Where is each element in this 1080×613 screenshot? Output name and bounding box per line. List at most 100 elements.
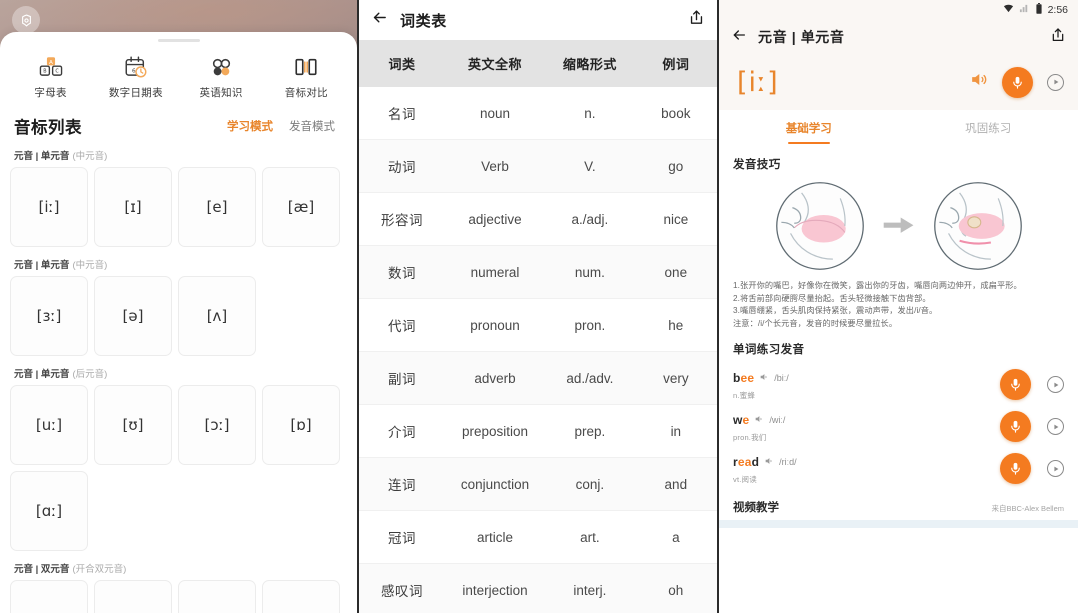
symbol-tile[interactable]: [262, 580, 340, 613]
symbol-tile[interactable]: [178, 580, 256, 613]
microphone-icon[interactable]: [1000, 369, 1031, 401]
nav-item-english-knowledge[interactable]: 英语知识: [179, 52, 264, 100]
word-practice-item: bee /biː/ n.蜜蜂: [719, 363, 1078, 405]
nav-item-phonetic-compare[interactable]: 音标对比: [264, 52, 349, 100]
group-label-main: 元音 | 单元音: [14, 369, 70, 380]
word-text: read: [733, 454, 760, 469]
microphone-icon[interactable]: [1002, 66, 1033, 98]
word-class-table: 词类 英文全称 缩略形式 例词 名词 noun n. book 动词 Verb …: [359, 40, 717, 613]
nav-item-numbers-dates[interactable]: 6 数字日期表: [93, 52, 178, 100]
group-label: 元音 | 单元音 (中元音): [10, 247, 347, 276]
symbol-tile[interactable]: [ɑː]: [10, 471, 88, 551]
compare-panels-icon: [293, 52, 319, 80]
nav-label: 字母表: [34, 87, 67, 99]
table-row[interactable]: 副词 adverb ad./adv. very: [359, 351, 717, 405]
status-clock: 2:56: [1047, 4, 1068, 16]
nav-item-alphabet[interactable]: A B C 字母表: [8, 52, 93, 100]
speaker-icon[interactable]: [764, 453, 774, 471]
cell-full-name: adjective: [444, 192, 546, 246]
vowel-group: 元音 | 双元音 (开合双元音): [0, 551, 357, 613]
tab-practice[interactable]: 巩固练习: [899, 110, 1079, 146]
microphone-icon[interactable]: [1000, 411, 1031, 443]
cell-full-name: adverb: [444, 351, 546, 405]
table-row[interactable]: 形容词 adjective a./adj. nice: [359, 192, 717, 246]
pronunciation-tips-title: 发音技巧: [733, 159, 781, 171]
speaker-icon[interactable]: [759, 369, 769, 387]
symbol-tile[interactable]: [ɪ]: [94, 167, 172, 247]
video-title: 视频教学: [733, 501, 779, 514]
word-info: read /riːd/ vt.阅读: [733, 453, 797, 485]
group-label-sub: (中元音): [72, 151, 108, 162]
cell-abbrev: V.: [545, 139, 635, 193]
symbol-tile[interactable]: [ʌ]: [178, 276, 256, 356]
share-icon[interactable]: [688, 9, 705, 31]
cell-word-class: 冠词: [359, 510, 445, 564]
status-bar: 2:56: [719, 0, 1078, 20]
symbol-tile[interactable]: [10, 580, 88, 613]
phonetic-list-screen: A B C 字母表 6 数字日期表 英语知识 音标对比 音标列表 学习模式 发音…: [0, 0, 357, 613]
cell-full-name: numeral: [444, 245, 546, 299]
table-row[interactable]: 动词 Verb V. go: [359, 139, 717, 193]
group-label-main: 元音 | 双元音: [14, 564, 70, 575]
symbol-tile[interactable]: [ɔː]: [178, 385, 256, 465]
nav-label: 数字日期表: [108, 87, 163, 99]
table-row[interactable]: 名词 noun n. book: [359, 87, 717, 140]
mode-pronounce-button[interactable]: 发音模式: [281, 115, 343, 137]
mouth-diagram-icon: [774, 180, 866, 272]
play-icon[interactable]: [1047, 418, 1064, 436]
word-audio-controls: [1000, 411, 1064, 443]
video-source: 来自BBC-Alex Bellem: [991, 503, 1064, 513]
symbol-tile[interactable]: [æ]: [262, 167, 340, 247]
tab-basic-study[interactable]: 基础学习: [719, 110, 899, 146]
three-panel-screenshot: A B C 字母表 6 数字日期表 英语知识 音标对比 音标列表 学习模式 发音…: [0, 0, 1080, 613]
pronunciation-tips-text: 1.张开你的嘴巴，好像你在微笑，露出你的牙齿，嘴唇向两边伸开，成扁平形。 2.将…: [719, 274, 1078, 331]
svg-text:A: A: [49, 60, 53, 66]
speaker-icon[interactable]: [969, 70, 988, 94]
cell-example: in: [634, 404, 717, 458]
microphone-icon[interactable]: [1000, 453, 1031, 485]
column-header: 例词: [634, 40, 717, 87]
table-row[interactable]: 数词 numeral num. one: [359, 245, 717, 299]
table-row[interactable]: 连词 conjunction conj. and: [359, 457, 717, 511]
symbol-tile[interactable]: [uː]: [10, 385, 88, 465]
cell-full-name: Verb: [444, 139, 546, 193]
table-header-row: 词类 英文全称 缩略形式 例词: [359, 40, 717, 87]
table-row[interactable]: 感叹词 interjection interj. oh: [359, 563, 717, 613]
detail-tabs: 基础学习 巩固练习: [719, 110, 1078, 146]
vowel-group: 元音 | 单元音 (后元音) [uː] [ʊ] [ɔː] [ɒ] [ɑː]: [0, 356, 357, 551]
symbol-tile[interactable]: [ʊ]: [94, 385, 172, 465]
word-practice-title: 单词练习发音: [733, 343, 805, 356]
table-row[interactable]: 冠词 article art. a: [359, 510, 717, 564]
cell-example: one: [634, 245, 717, 299]
back-arrow-icon[interactable]: [731, 27, 747, 48]
table-row[interactable]: 代词 pronoun pron. he: [359, 298, 717, 352]
word-audio-controls: [1000, 369, 1064, 401]
word-text: we: [733, 412, 750, 427]
symbol-tile[interactable]: [iː]: [10, 167, 88, 247]
cell-full-name: interjection: [444, 563, 546, 613]
symbol-tile[interactable]: [ɜː]: [10, 276, 88, 356]
mode-study-button[interactable]: 学习模式: [219, 115, 281, 137]
video-thumbnail[interactable]: [719, 519, 1078, 528]
video-section-header: 视频教学 来自BBC-Alex Bellem: [719, 489, 1078, 518]
play-icon[interactable]: [1047, 73, 1064, 91]
cell-example: very: [634, 351, 717, 405]
cell-word-class: 形容词: [359, 192, 445, 246]
table-header-bar: 词类表: [359, 0, 717, 40]
play-icon[interactable]: [1047, 376, 1064, 394]
speaker-icon[interactable]: [754, 411, 764, 429]
table-row[interactable]: 介词 preposition prep. in: [359, 404, 717, 458]
gear-icon[interactable]: [12, 6, 40, 34]
wifi-icon: [1003, 1, 1014, 19]
cell-word-class: 代词: [359, 298, 445, 352]
share-icon[interactable]: [1050, 27, 1066, 48]
back-arrow-icon[interactable]: [371, 9, 388, 31]
symbol-tile[interactable]: [ɒ]: [262, 385, 340, 465]
word-line: bee /biː/: [733, 369, 789, 387]
cell-full-name: article: [444, 510, 546, 564]
alphabet-blocks-icon: A B C: [38, 52, 64, 80]
play-icon[interactable]: [1047, 460, 1064, 478]
symbol-tile[interactable]: [94, 580, 172, 613]
symbol-tile[interactable]: [ə]: [94, 276, 172, 356]
symbol-tile[interactable]: [e]: [178, 167, 256, 247]
